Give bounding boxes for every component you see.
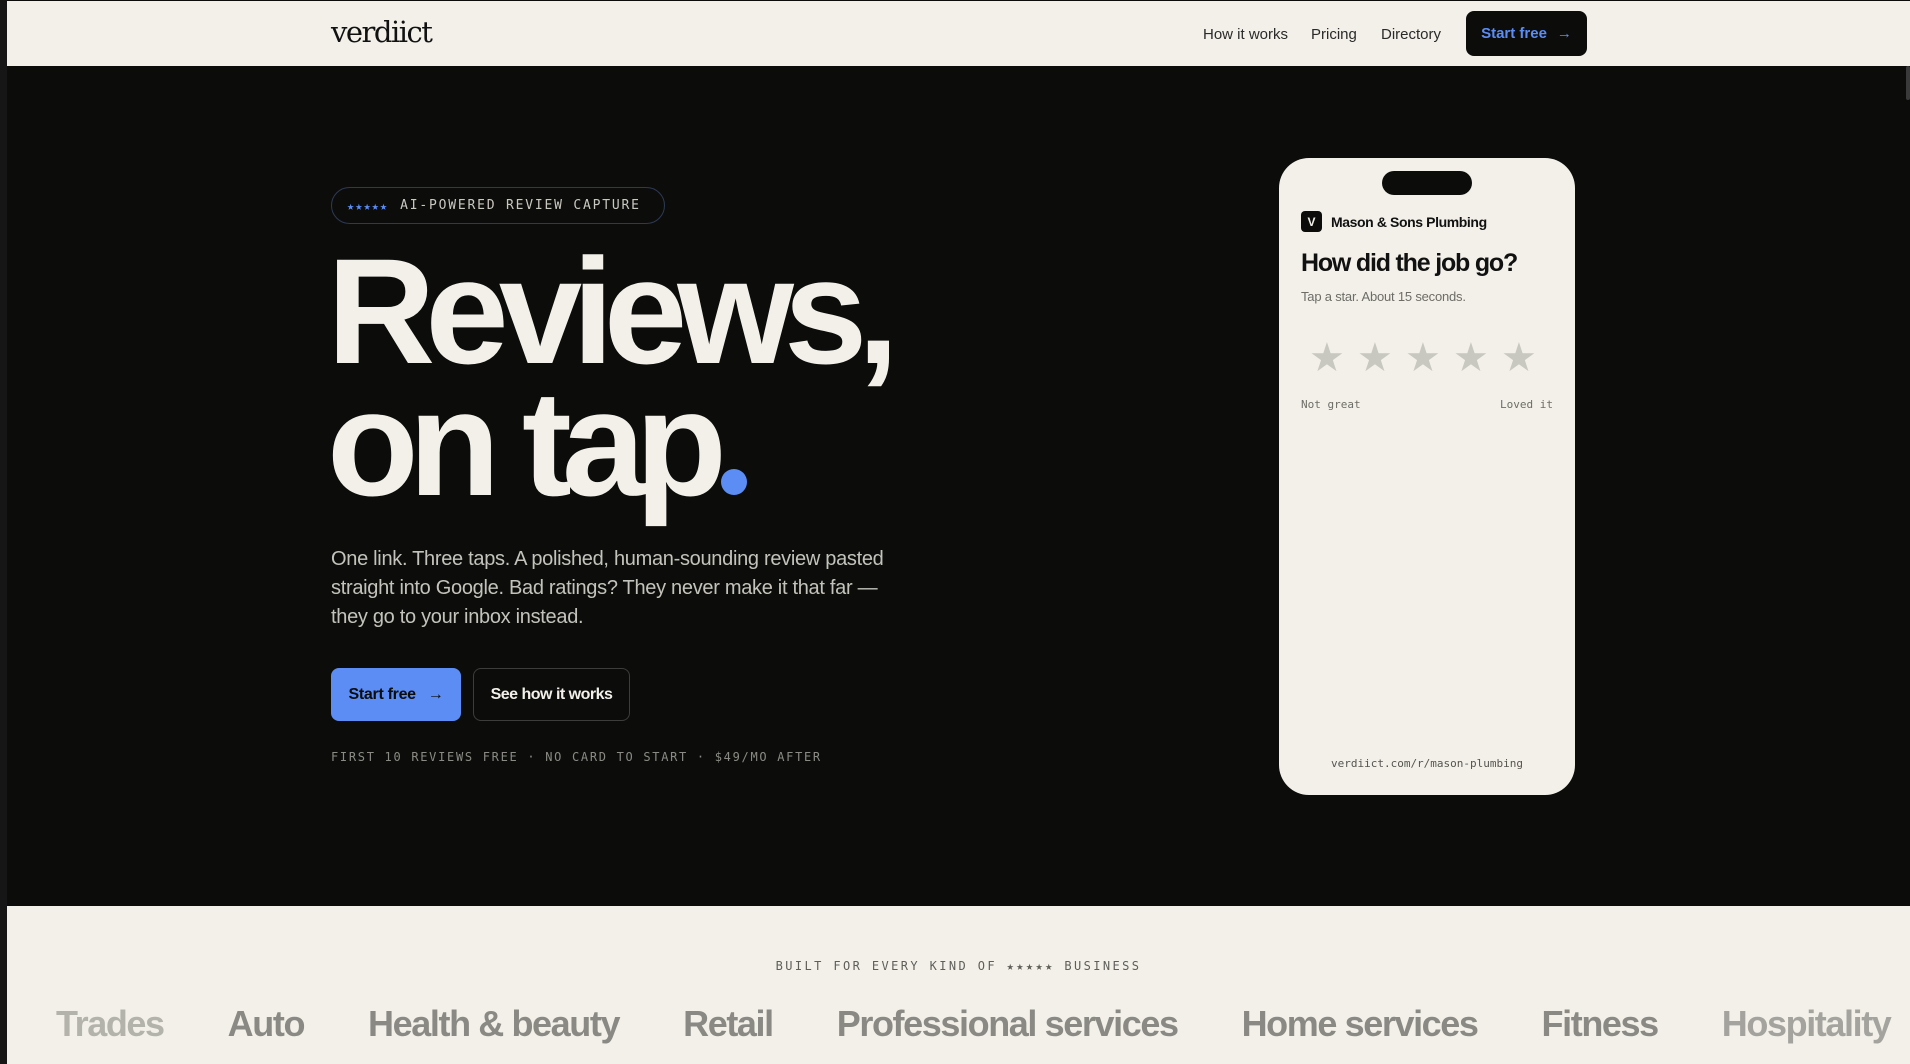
star-icon-2[interactable]: ★ <box>1357 338 1393 378</box>
arrow-right-icon: → <box>427 685 444 703</box>
accent-dot-icon <box>720 469 747 495</box>
hero-badge-text: AI-POWERED REVIEW CAPTURE <box>400 198 641 213</box>
scrollbar-thumb[interactable] <box>1906 66 1910 100</box>
nav-link-how-it-works[interactable]: How it works <box>1203 26 1288 43</box>
review-link-url: verdiict.com/r/mason-plumbing <box>1330 757 1524 770</box>
stars-icon: ★★★★★ <box>347 198 389 213</box>
top-nav: verdiict How it works Pricing Directory … <box>7 1 1910 66</box>
hero-fineprint: FIRST 10 REVIEWS FREE · NO CARD TO START… <box>331 750 822 764</box>
industry-item: Retail <box>683 1003 774 1044</box>
headline-line-2: on tap <box>327 359 727 527</box>
star-icon-5[interactable]: ★ <box>1501 338 1537 378</box>
industry-item: Hospitality <box>1721 1003 1892 1044</box>
business-header: V Mason & Sons Plumbing <box>1301 211 1487 232</box>
nav-start-free-button[interactable]: Start free → <box>1466 11 1587 56</box>
arrow-right-icon: → <box>1556 25 1572 42</box>
phone-notch <box>1382 171 1472 195</box>
hero-badge: ★★★★★ AI-POWERED REVIEW CAPTURE <box>331 187 665 224</box>
star-icon-1[interactable]: ★ <box>1309 338 1345 378</box>
industries-section: BUILT FOR EVERY KIND OF ★★★★★ BUSINESS T… <box>7 906 1910 1064</box>
nav-link-directory[interactable]: Directory <box>1381 26 1441 43</box>
industries-heading: BUILT FOR EVERY KIND OF ★★★★★ BUSINESS <box>775 959 1142 973</box>
star-icon-4[interactable]: ★ <box>1453 338 1489 378</box>
rating-high-label: Loved it <box>1500 398 1553 411</box>
review-subtitle: Tap a star. About 15 seconds. <box>1301 289 1466 304</box>
industry-item: Trades <box>56 1003 165 1044</box>
industry-item: Fitness <box>1541 1003 1660 1044</box>
rating-low-label: Not great <box>1301 398 1361 411</box>
review-question: How did the job go? <box>1301 249 1518 277</box>
window-edge <box>0 0 7 1064</box>
hero-headline: Reviews, on tap <box>327 236 899 518</box>
industry-item: Professional services <box>836 1003 1179 1044</box>
hero-start-free-button[interactable]: Start free → <box>331 668 461 721</box>
see-how-it-works-button[interactable]: See how it works <box>473 668 630 721</box>
nav-link-pricing[interactable]: Pricing <box>1311 26 1357 43</box>
nav-start-free-label: Start free <box>1481 25 1547 42</box>
industry-item: Health & beauty <box>368 1003 620 1044</box>
business-logo: V <box>1301 211 1322 232</box>
hero-start-free-label: Start free <box>348 685 417 703</box>
industry-item: Home services <box>1241 1003 1479 1044</box>
phone-mockup: V Mason & Sons Plumbing How did the job … <box>1279 158 1575 795</box>
star-icon-3[interactable]: ★ <box>1405 338 1441 378</box>
star-rating: ★ ★ ★ ★ ★ <box>1309 338 1537 378</box>
logo[interactable]: verdiict <box>331 15 433 49</box>
industry-item: Auto <box>227 1003 306 1044</box>
hero-subtext: One link. Three taps. A polished, human-… <box>331 548 884 628</box>
industries-marquee: Trades Auto Health & beauty Retail Profe… <box>56 1003 1892 1045</box>
business-name: Mason & Sons Plumbing <box>1331 213 1487 230</box>
